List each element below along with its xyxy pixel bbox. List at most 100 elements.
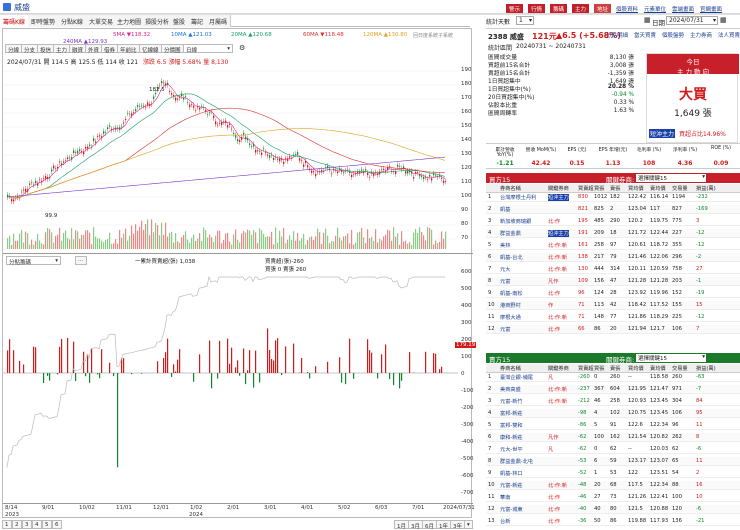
column-header[interactable]: 賣均價: [650, 185, 666, 192]
column-header[interactable]: 關鍵券商: [548, 365, 569, 372]
address-button[interactable]: 地址: [594, 4, 612, 13]
tab-stock-trend[interactable]: 個股盤勢: [662, 31, 684, 39]
table-row[interactable]: 13 台新 北:作 -36 50 86 119.88 117.93 136 -21: [486, 517, 740, 526]
column-header[interactable]: 買張: [594, 185, 604, 192]
sell-filter-select[interactable]: 選擇關鍵15 ▾: [636, 354, 706, 362]
table-row[interactable]: 3 新加坡商瑞銀 北:作 195 485 290 120.2 119.75 775 3: [486, 217, 740, 226]
tab-branch-detail[interactable]: 分點明細: [606, 31, 628, 39]
table-row[interactable]: 10 元富-新莊 北:作:新 -48 20 68 117.5 122.34 88 16: [486, 481, 740, 490]
table-row[interactable]: 12 元富-城東 北:作 -40 40 80 121.5 120.88 120 -6: [486, 505, 740, 514]
column-header[interactable]: 賣均價: [650, 365, 666, 372]
page-2[interactable]: 2: [12, 520, 22, 529]
page-3[interactable]: 3: [22, 520, 32, 529]
table-row[interactable]: 10 港商野村 作 71 113 42 118.42 117.52 155 15: [486, 301, 740, 310]
tab-notes[interactable]: 籌記: [188, 15, 208, 27]
stat-days-select[interactable]: 1 ▾: [516, 16, 534, 25]
branch-chip-select[interactable]: 分點籌碼 ▾: [6, 256, 61, 266]
net-bar: [227, 338, 229, 373]
tab-monthly[interactable]: 月屬碼: [206, 15, 232, 27]
table-row[interactable]: 9 凱基-林口 -52 1 53 122 123.51 54 2: [486, 469, 740, 478]
column-header[interactable]: 買均價: [628, 365, 644, 372]
page-1[interactable]: 1: [2, 520, 12, 529]
tool-price-dist[interactable]: 分價圖: [161, 44, 184, 54]
table-row[interactable]: 8 元富 凡作 109 156 47 121.28 121.28 203 -1: [486, 277, 740, 286]
tool-margin[interactable]: 融資: [69, 44, 87, 54]
alert-button[interactable]: 警示: [506, 4, 524, 13]
range-3y[interactable]: 3年: [450, 520, 465, 530]
column-header[interactable]: 交易量: [672, 365, 688, 372]
tab-main-broker[interactable]: 主力券商: [690, 31, 712, 39]
table-row[interactable]: 4 群益金鼎 短沖主力 191 209 18 121.72 122.44 227 -12: [486, 229, 740, 238]
column-header[interactable]: 交易量: [672, 185, 688, 192]
column-header[interactable]: 關鍵券商: [548, 185, 569, 192]
tool-branch[interactable]: 分支: [21, 44, 39, 54]
tab-big-trades[interactable]: 大單交易: [86, 15, 118, 27]
period-select[interactable]: 日線 ▾: [183, 44, 233, 54]
tool-line[interactable]: 分線: [5, 44, 23, 54]
range-1m[interactable]: 1月: [394, 520, 409, 530]
table-row[interactable]: 7 元大 北:作:新 130 444 314 120.11 120.59 758 27: [486, 265, 740, 274]
column-header[interactable]: 損益(萬): [696, 185, 716, 192]
tool-trust[interactable]: 投信: [37, 44, 55, 54]
tab-institutional[interactable]: 法人買賣: [718, 31, 740, 39]
table-row[interactable]: 5 美林 北:作:新 161 258 97 120.61 118.72 355 -12: [486, 241, 740, 250]
column-header[interactable]: 券商名稱: [500, 365, 521, 372]
calendar-icon[interactable]: ▦: [644, 16, 651, 24]
chip-button[interactable]: 籌碼: [550, 4, 568, 13]
range-6m[interactable]: 6月: [422, 520, 437, 530]
tool-main[interactable]: 主力: [53, 44, 71, 54]
tool-foreign[interactable]: 外資: [85, 44, 103, 54]
column-header[interactable]: 損益(萬): [696, 365, 716, 372]
main-button[interactable]: 主力: [572, 4, 590, 13]
table-row[interactable]: 2 凱基 821 825 2 123.04 117 827 -169: [486, 205, 740, 214]
tab-realtime[interactable]: 即時盤勢: [28, 15, 60, 27]
column-header[interactable]: 賣張: [610, 365, 620, 372]
dots-icon[interactable]: ···: [75, 256, 87, 265]
gear-icon[interactable]: ⚙: [237, 43, 247, 52]
unit-link[interactable]: 元素單位: [644, 5, 666, 13]
volume-bar: [441, 231, 443, 249]
quote-button[interactable]: 行情: [528, 4, 546, 13]
tool-yoy[interactable]: 年前比: [117, 44, 140, 54]
table-row[interactable]: 6 康和-新莊 凡作 -62 100 162 121.54 120.82 262 8: [486, 433, 740, 442]
tab-chip-kline[interactable]: 籌碼K線: [0, 15, 29, 27]
stock-info-link[interactable]: 個股資料: [616, 5, 638, 13]
table-row[interactable]: 2 美商高盛 北:作:新 -237 367 604 121.95 121.47 971 -7: [486, 385, 740, 394]
range-1y[interactable]: 1年: [436, 520, 451, 530]
column-header[interactable]: 買賣超: [578, 365, 594, 372]
table-row[interactable]: 7 元大-世平凡 -62 0 62 -- 120.03 62 -6: [486, 445, 740, 454]
official-link[interactable]: 官網畫面: [700, 5, 722, 13]
range-3m[interactable]: 3月: [408, 520, 423, 530]
column-header[interactable]: 買均價: [628, 185, 644, 192]
calendar-picker-icon[interactable]: ▦: [720, 16, 730, 25]
column-header[interactable]: 買賣超: [578, 185, 594, 192]
date-input[interactable]: 2024/07/31 ▾: [666, 16, 718, 25]
tool-billion[interactable]: 亿線線: [139, 44, 162, 54]
buy-filter-select[interactable]: 選擇關鍵15 ▾: [636, 174, 706, 182]
table-row[interactable]: 4 富邦-新莊 -98 4 102 120.75 123.45 106 95: [486, 409, 740, 418]
table-row[interactable]: 5 富邦-雙和 -86 5 91 122.6 122.34 96 11: [486, 421, 740, 430]
table-row[interactable]: 1 台灣摩根士丹利 短沖主力 830 1012 182 122.42 116.14 1194 -2…: [486, 193, 740, 202]
column-header[interactable]: 買張: [594, 365, 604, 372]
range-more[interactable]: ▾: [464, 520, 473, 529]
table-row[interactable]: 6 凱基-台北 北:作:新 138 217 79 121.46 122.06 296 -2: [486, 253, 740, 262]
tab-stock[interactable]: 盤股: [170, 15, 190, 27]
table-row[interactable]: 11 摩根大通 北:作:新 71 148 77 121.86 118.29 225 -12: [486, 313, 740, 322]
table-row[interactable]: 1 臺灣企銀-埔尾凡 -260 0 260 -- 118.58 260 -63: [486, 373, 740, 382]
tab-analysis[interactable]: 損股分析: [142, 15, 174, 27]
table-row[interactable]: 11 華南 北:作 -46 27 73 121.26 122.41 100 10: [486, 493, 740, 502]
table-row[interactable]: 9 凱基-南松 北:作 96 124 28 123.92 119.96 152 -19: [486, 289, 740, 298]
column-header[interactable]: 賣張: [610, 185, 620, 192]
table-row[interactable]: 12 元富 北:作 66 86 20 121.94 121.7 106 7: [486, 325, 740, 334]
table-row[interactable]: 8 群益金鼎-北屯 -53 6 59 123.17 123.07 65 11: [486, 457, 740, 466]
page-6[interactable]: 6: [52, 520, 62, 529]
tab-branch-kline[interactable]: 分點K線: [58, 15, 87, 27]
tab-today-trade[interactable]: 當天買賣: [634, 31, 656, 39]
page-5[interactable]: 5: [42, 520, 52, 529]
column-header[interactable]: 券商名稱: [500, 185, 521, 192]
tool-lend[interactable]: 借券: [101, 44, 119, 54]
tab-main-map[interactable]: 主力地圖: [114, 15, 146, 27]
page-4[interactable]: 4: [32, 520, 42, 529]
cloud-link[interactable]: 雲端畫面: [672, 5, 694, 13]
table-row[interactable]: 3 元富-新竹 北:作:新 -212 46 258 120.93 123.45 304 84: [486, 397, 740, 406]
